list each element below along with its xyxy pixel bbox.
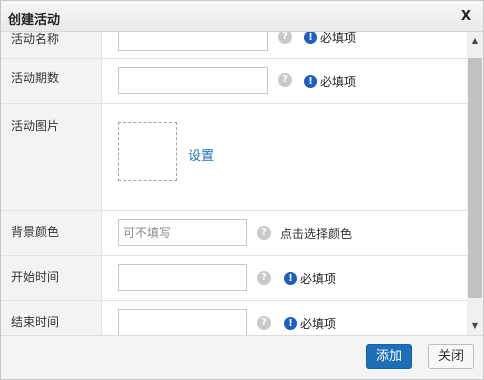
value-cell: ? ! 必填项 bbox=[102, 32, 467, 58]
end-time-input[interactable] bbox=[118, 309, 247, 335]
bg-color-input[interactable] bbox=[118, 219, 247, 246]
period-input[interactable] bbox=[118, 67, 268, 94]
required-indicator: ! 必填项 bbox=[284, 270, 336, 287]
close-icon[interactable]: X bbox=[461, 9, 471, 24]
image-placeholder[interactable] bbox=[118, 122, 177, 181]
color-hint[interactable]: 点击选择颜色 bbox=[280, 225, 352, 242]
form-row-start-time: 开始时间 ? ! 必填项 bbox=[1, 256, 467, 301]
create-activity-dialog: 创建活动 X 活动名称 ? ! 必填项 活动期数 ? ! 必填项 活动图片 设置… bbox=[0, 0, 484, 380]
form-row-period: 活动期数 ? ! 必填项 bbox=[1, 59, 467, 104]
required-indicator: ! 必填项 bbox=[304, 32, 356, 46]
exclamation-icon: ! bbox=[304, 75, 317, 88]
exclamation-icon: ! bbox=[284, 317, 297, 330]
name-input[interactable] bbox=[118, 32, 268, 51]
form-row-image: 活动图片 设置 bbox=[1, 104, 467, 211]
help-icon[interactable]: ? bbox=[278, 73, 292, 87]
label-cell: 活动期数 bbox=[1, 59, 102, 103]
start-time-label: 开始时间 bbox=[11, 270, 60, 284]
dialog-footer: 添加 关闭 bbox=[1, 335, 483, 379]
form-row-bg-color: 背景颜色 ? 点击选择颜色 bbox=[1, 211, 467, 256]
required-indicator: ! 必填项 bbox=[284, 315, 336, 332]
value-cell: 设置 bbox=[102, 104, 467, 210]
required-text: 必填项 bbox=[320, 75, 357, 89]
form-row-name: 活动名称 ? ! 必填项 bbox=[1, 32, 467, 59]
help-icon[interactable]: ? bbox=[278, 32, 292, 44]
name-label: 活动名称 bbox=[11, 32, 60, 46]
value-cell: ? ! 必填项 bbox=[102, 256, 467, 300]
value-cell: ? ! 必填项 bbox=[102, 59, 467, 103]
scrollbar-thumb[interactable] bbox=[468, 58, 482, 298]
label-cell: 开始时间 bbox=[1, 256, 102, 300]
start-time-input[interactable] bbox=[118, 264, 247, 291]
required-text: 必填项 bbox=[320, 32, 357, 45]
help-icon[interactable]: ? bbox=[257, 271, 271, 285]
value-cell: ? 点击选择颜色 bbox=[102, 211, 467, 255]
label-cell: 结束时间 bbox=[1, 301, 102, 335]
label-cell: 活动名称 bbox=[1, 32, 102, 58]
exclamation-icon: ! bbox=[304, 32, 317, 44]
help-icon[interactable]: ? bbox=[257, 316, 271, 330]
scroll-up-icon[interactable]: ▲ bbox=[467, 32, 483, 50]
close-button[interactable]: 关闭 bbox=[428, 344, 474, 369]
scroll-down-icon[interactable]: ▼ bbox=[467, 317, 483, 335]
form-row-end-time: 结束时间 ? ! 必填项 bbox=[1, 301, 467, 335]
label-cell: 活动图片 bbox=[1, 104, 102, 210]
set-image-link[interactable]: 设置 bbox=[188, 145, 214, 164]
vertical-scrollbar[interactable]: ▲ ▼ bbox=[467, 32, 483, 335]
required-indicator: ! 必填项 bbox=[304, 73, 356, 90]
exclamation-icon: ! bbox=[284, 272, 297, 285]
add-button[interactable]: 添加 bbox=[366, 344, 412, 369]
help-icon[interactable]: ? bbox=[257, 226, 271, 240]
period-label: 活动期数 bbox=[11, 71, 60, 85]
bg-color-label: 背景颜色 bbox=[11, 225, 60, 239]
required-text: 必填项 bbox=[300, 317, 337, 331]
label-cell: 背景颜色 bbox=[1, 211, 102, 255]
end-time-label: 结束时间 bbox=[11, 315, 60, 329]
required-text: 必填项 bbox=[300, 272, 337, 286]
form-content: 活动名称 ? ! 必填项 活动期数 ? ! 必填项 活动图片 设置 背景颜色 可… bbox=[1, 32, 467, 335]
dialog-title: 创建活动 bbox=[8, 13, 61, 28]
dialog-titlebar: 创建活动 X bbox=[1, 1, 483, 32]
image-label: 活动图片 bbox=[11, 119, 60, 133]
value-cell: ? ! 必填项 bbox=[102, 301, 467, 335]
